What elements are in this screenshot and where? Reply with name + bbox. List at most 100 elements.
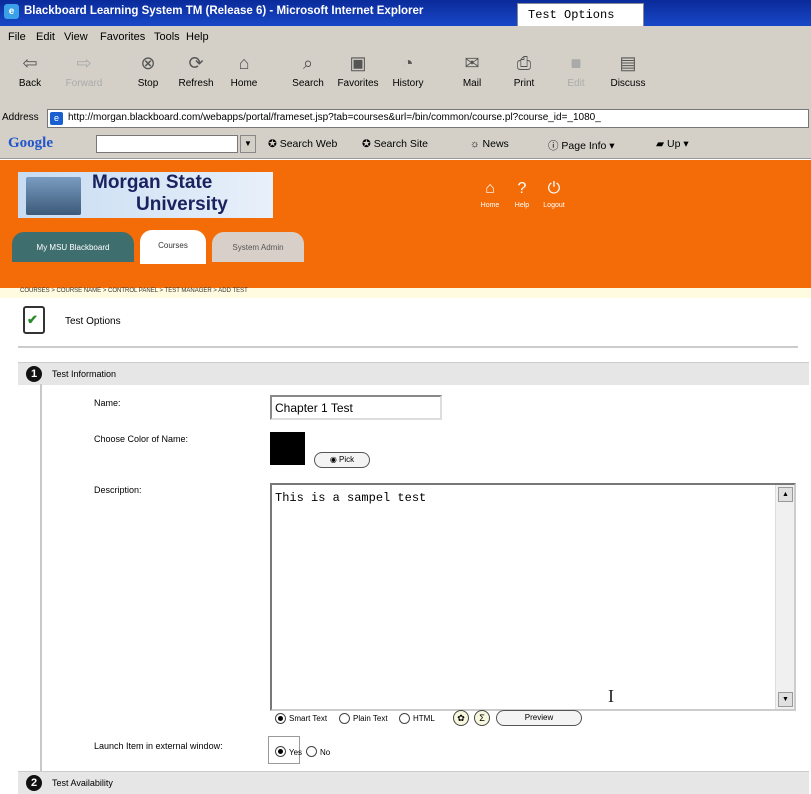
description-scrollbar[interactable]: ▲ ▼ bbox=[775, 485, 794, 709]
scroll-down-icon[interactable]: ▼ bbox=[778, 692, 793, 707]
search-button[interactable]: ⌕ Search bbox=[284, 52, 332, 89]
radio-launch-no[interactable] bbox=[306, 746, 317, 757]
page-icon: e bbox=[50, 112, 63, 125]
page-info-button[interactable]: ⓘ Page Info ▾ bbox=[548, 138, 615, 153]
menu-tools[interactable]: Tools bbox=[154, 31, 180, 43]
back-button[interactable]: ⇦ Back bbox=[6, 52, 54, 89]
up-button[interactable]: ▰ Up ▾ bbox=[656, 138, 689, 150]
description-label: Description: bbox=[94, 485, 142, 495]
refresh-icon: ⟳ bbox=[188, 53, 204, 73]
header-help-button[interactable]: ? Help bbox=[508, 180, 536, 209]
google-toolbar: Google ▼ ✪ Search Web ✪ Search Site ☼ Ne… bbox=[0, 130, 811, 159]
spell-check-icon[interactable]: ✿ bbox=[453, 710, 469, 726]
radio-html[interactable] bbox=[399, 713, 410, 724]
smart-text-label: Smart Text bbox=[289, 714, 328, 723]
search-site-icon: ✪ bbox=[362, 138, 374, 150]
history-button[interactable]: ◔ History bbox=[384, 52, 432, 89]
site-header: Morgan State University ⌂ Home ? Help ⏻ Log… bbox=[0, 160, 811, 288]
history-icon: ◔ bbox=[402, 53, 414, 73]
name-field[interactable]: Chapter 1 Test bbox=[270, 395, 442, 420]
description-text: This is a sampel test bbox=[275, 491, 427, 505]
launch-no-label: No bbox=[320, 748, 331, 757]
university-logo[interactable]: Morgan State University bbox=[18, 172, 273, 218]
text-cursor-icon: I bbox=[608, 686, 614, 706]
breadcrumb: COURSES > COURSE NAME > CONTROL PANEL > … bbox=[0, 288, 811, 298]
color-swatch bbox=[270, 432, 305, 465]
step-number-badge: 1 bbox=[26, 366, 42, 382]
menu-file[interactable]: File bbox=[8, 31, 26, 43]
folder-up-icon: ▰ bbox=[656, 138, 667, 150]
equation-editor-icon[interactable]: Σ bbox=[474, 710, 490, 726]
search-icon: ⌕ bbox=[302, 53, 314, 73]
google-search-input[interactable] bbox=[96, 135, 238, 153]
university-name-line2: University bbox=[136, 194, 228, 215]
mail-button[interactable]: ✉ Mail bbox=[448, 52, 496, 89]
section-title: Test Information bbox=[52, 369, 117, 379]
edit-button[interactable]: ■ Edit bbox=[552, 52, 600, 89]
tab-system-admin[interactable]: System Admin bbox=[212, 232, 304, 262]
popup-title-tab: Test Options bbox=[517, 3, 644, 27]
launch-external-label: Launch Item in external window: bbox=[94, 741, 223, 751]
menu-help[interactable]: Help bbox=[186, 31, 209, 43]
section-test-information: 1 Test Information bbox=[18, 362, 809, 385]
browser-toolbar: ⇦ Back ⇨ Forward ⊗ Stop ⟳ Refresh ⌂ Home ⌕ Sea… bbox=[0, 48, 811, 107]
description-textarea[interactable]: This is a sampel test ▲ ▼ bbox=[270, 483, 796, 711]
back-arrow-icon: ⇦ bbox=[22, 53, 38, 73]
window-title-bar: e Blackboard Learning System TM (Release… bbox=[0, 0, 811, 26]
university-logo-image bbox=[26, 177, 81, 215]
header-home-button[interactable]: ⌂ Home bbox=[476, 180, 504, 209]
tab-my-msu-blackboard[interactable]: My MSU Blackboard bbox=[12, 232, 134, 262]
plain-text-label: Plain Text bbox=[353, 714, 388, 723]
choose-color-label: Choose Color of Name: bbox=[94, 434, 189, 444]
clipboard-check-icon: ✔ bbox=[23, 306, 45, 334]
logout-icon: ⏻ bbox=[547, 180, 561, 197]
preview-button[interactable]: Preview bbox=[496, 710, 582, 726]
section-title: Test Availability bbox=[52, 778, 113, 788]
header-logout-button[interactable]: ⏻ Logout bbox=[540, 180, 568, 209]
discuss-icon: ▤ bbox=[619, 53, 637, 73]
breadcrumb-text[interactable]: COURSES > COURSE NAME > CONTROL PANEL > … bbox=[20, 288, 248, 294]
scroll-up-icon[interactable]: ▲ bbox=[778, 487, 793, 502]
edit-icon: ■ bbox=[570, 53, 582, 73]
home-icon: ⌂ bbox=[485, 180, 495, 197]
address-input[interactable]: e http://morgan.blackboard.com/webapps/p… bbox=[47, 109, 809, 128]
news-button[interactable]: ☼ News bbox=[470, 138, 509, 150]
discuss-button[interactable]: ▤ Discuss bbox=[604, 52, 652, 89]
menu-edit[interactable]: Edit bbox=[36, 31, 55, 43]
stop-icon: ⊗ bbox=[140, 53, 156, 73]
address-url: http://morgan.blackboard.com/webapps/por… bbox=[68, 112, 601, 123]
search-web-button[interactable]: ✪ Search Web bbox=[268, 138, 337, 150]
search-web-icon: ✪ bbox=[268, 138, 280, 150]
forward-arrow-icon: ⇨ bbox=[76, 53, 92, 73]
menu-favorites[interactable]: Favorites bbox=[100, 31, 145, 43]
print-button[interactable]: ⎙ Print bbox=[500, 52, 548, 89]
window-title: Blackboard Learning System TM (Release 6… bbox=[24, 5, 424, 17]
home-button[interactable]: ⌂ Home bbox=[220, 52, 268, 89]
help-icon: ? bbox=[517, 180, 527, 197]
refresh-button[interactable]: ⟳ Refresh bbox=[172, 52, 220, 89]
pick-color-button[interactable]: ◉ Pick bbox=[314, 452, 370, 468]
section-divider bbox=[40, 384, 42, 777]
html-label: HTML bbox=[413, 714, 435, 723]
search-site-button[interactable]: ✪ Search Site bbox=[362, 138, 428, 150]
radio-launch-yes[interactable] bbox=[275, 746, 286, 757]
launch-yes-label: Yes bbox=[289, 748, 303, 757]
address-bar: Address e http://morgan.blackboard.com/w… bbox=[0, 106, 811, 131]
menu-bar: File Edit View Favorites Tools Help bbox=[0, 26, 811, 49]
google-logo[interactable]: Google bbox=[8, 135, 53, 152]
info-icon: ⓘ bbox=[548, 140, 562, 152]
radio-plain-text[interactable] bbox=[339, 713, 350, 724]
page-title: Test Options bbox=[65, 316, 121, 327]
favorites-button[interactable]: ▣ Favorites bbox=[334, 52, 382, 89]
home-icon: ⌂ bbox=[238, 53, 250, 73]
palette-icon: ◉ bbox=[329, 455, 340, 464]
popup-title: Test Options bbox=[528, 8, 615, 22]
news-icon: ☼ bbox=[470, 138, 483, 150]
tab-courses[interactable]: Courses bbox=[140, 230, 206, 264]
radio-smart-text[interactable] bbox=[275, 713, 286, 724]
google-search-dropdown[interactable]: ▼ bbox=[240, 135, 256, 153]
step-number-badge: 2 bbox=[26, 775, 42, 791]
stop-button[interactable]: ⊗ Stop bbox=[124, 52, 172, 89]
menu-view[interactable]: View bbox=[64, 31, 88, 43]
forward-button[interactable]: ⇨ Forward bbox=[60, 52, 108, 89]
